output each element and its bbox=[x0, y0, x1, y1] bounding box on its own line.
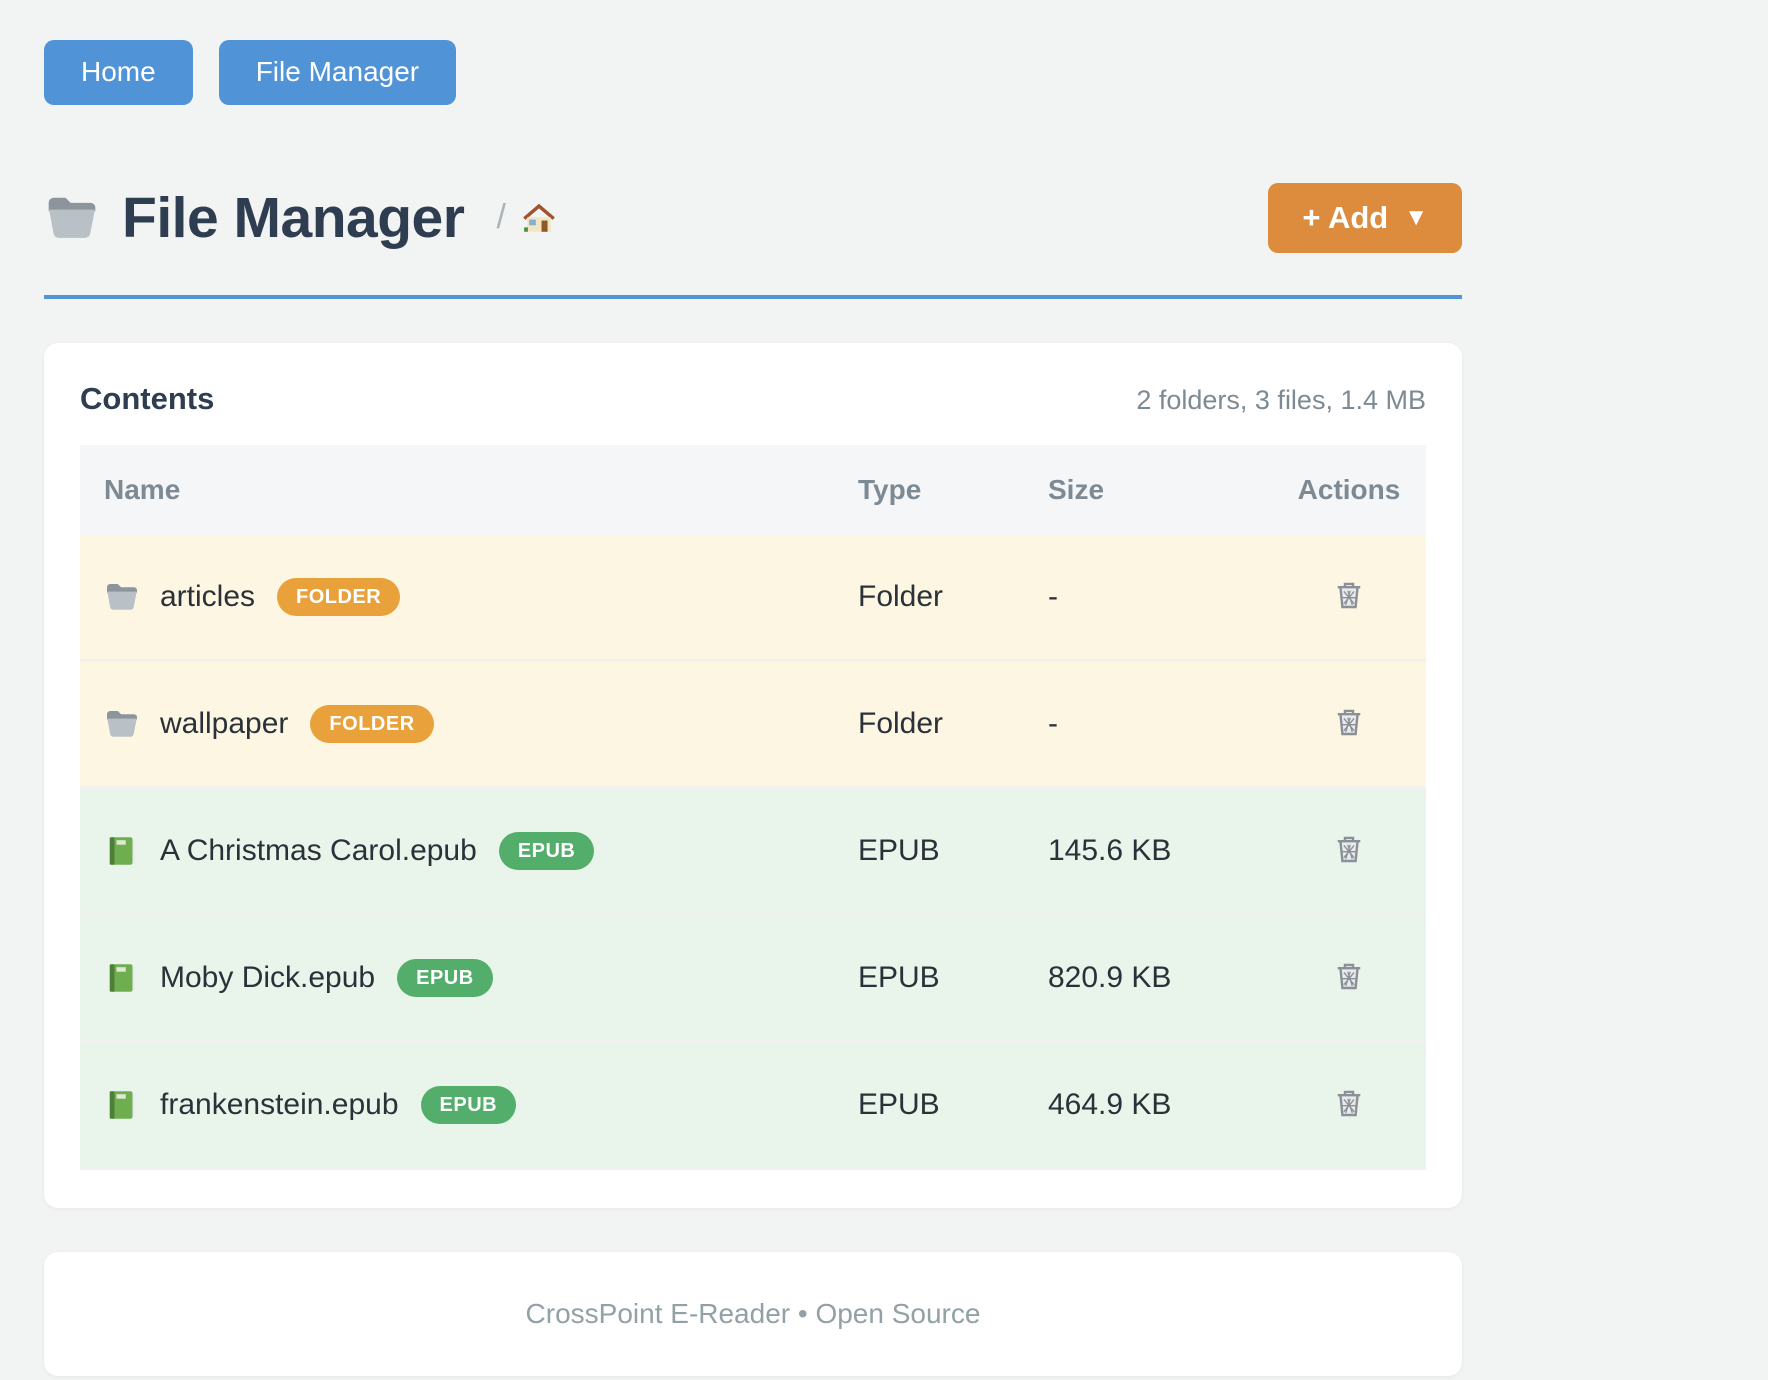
nav-home-button[interactable]: Home bbox=[44, 40, 193, 105]
file-name[interactable]: Moby Dick.epub bbox=[160, 961, 375, 995]
home-icon[interactable] bbox=[520, 199, 558, 237]
title-group: File Manager / bbox=[44, 185, 558, 251]
size-cell: - bbox=[1048, 535, 1272, 661]
name-cell: wallpaper FOLDER bbox=[80, 660, 858, 787]
folder-icon bbox=[104, 579, 140, 615]
name-cell: frankenstein.epub EPUB bbox=[80, 1041, 858, 1168]
file-type-badge: EPUB bbox=[499, 832, 595, 870]
actions-cell bbox=[1272, 1041, 1426, 1168]
file-table: Name Type Size Actions bbox=[80, 445, 1426, 1170]
caret-down-icon: ▼ bbox=[1404, 205, 1428, 231]
type-cell: Folder bbox=[858, 660, 1048, 787]
size-cell: 464.9 KB bbox=[1048, 1041, 1272, 1168]
actions-cell bbox=[1272, 914, 1426, 1041]
trash-icon bbox=[1331, 958, 1367, 994]
size-cell: - bbox=[1048, 660, 1272, 787]
file-name[interactable]: articles bbox=[160, 580, 255, 614]
file-type-badge: EPUB bbox=[397, 959, 493, 997]
top-nav: Home File Manager bbox=[44, 40, 1462, 105]
type-cell: EPUB bbox=[858, 1041, 1048, 1168]
name-cell: A Christmas Carol.epub EPUB bbox=[80, 787, 858, 914]
book-icon bbox=[104, 1087, 140, 1123]
delete-button[interactable] bbox=[1327, 827, 1371, 874]
footer-text: CrossPoint E-Reader • Open Source bbox=[526, 1298, 981, 1329]
file-type-badge: FOLDER bbox=[310, 705, 433, 743]
page-title: File Manager bbox=[122, 185, 464, 251]
delete-button[interactable] bbox=[1327, 700, 1371, 747]
table-row[interactable]: frankenstein.epub EPUB EPUB 464.9 KB bbox=[80, 1041, 1426, 1168]
actions-cell bbox=[1272, 787, 1426, 914]
size-cell: 820.9 KB bbox=[1048, 914, 1272, 1041]
add-button[interactable]: + Add ▼ bbox=[1268, 183, 1462, 253]
trash-icon bbox=[1331, 577, 1367, 613]
page-header: File Manager / + Add ▼ bbox=[44, 183, 1462, 253]
contents-card: Contents 2 folders, 3 files, 1.4 MB Name… bbox=[44, 343, 1462, 1208]
column-header-size: Size bbox=[1048, 445, 1272, 535]
file-name[interactable]: A Christmas Carol.epub bbox=[160, 834, 477, 868]
name-cell: articles FOLDER bbox=[80, 535, 858, 661]
column-header-type: Type bbox=[858, 445, 1048, 535]
type-cell: EPUB bbox=[858, 787, 1048, 914]
book-icon bbox=[104, 960, 140, 996]
book-icon bbox=[104, 833, 140, 869]
table-header-row: Name Type Size Actions bbox=[80, 445, 1426, 535]
header-divider bbox=[44, 295, 1462, 299]
delete-button[interactable] bbox=[1327, 573, 1371, 620]
trash-icon bbox=[1331, 704, 1367, 740]
delete-button[interactable] bbox=[1327, 1081, 1371, 1128]
nav-file-manager-button[interactable]: File Manager bbox=[219, 40, 456, 105]
size-cell: 145.6 KB bbox=[1048, 787, 1272, 914]
file-type-badge: FOLDER bbox=[277, 578, 400, 616]
table-row[interactable]: wallpaper FOLDER Folder - bbox=[80, 660, 1426, 787]
trash-icon bbox=[1331, 1085, 1367, 1121]
breadcrumb-separator: / bbox=[496, 198, 505, 237]
folder-icon bbox=[44, 190, 100, 246]
type-cell: EPUB bbox=[858, 914, 1048, 1041]
column-header-actions: Actions bbox=[1272, 445, 1426, 535]
breadcrumb: / bbox=[496, 198, 557, 237]
footer: CrossPoint E-Reader • Open Source bbox=[44, 1252, 1462, 1376]
contents-summary: 2 folders, 3 files, 1.4 MB bbox=[1136, 385, 1426, 416]
file-table-body: articles FOLDER Folder - bbox=[80, 535, 1426, 1169]
file-type-badge: EPUB bbox=[421, 1086, 517, 1124]
table-header: Name Type Size Actions bbox=[80, 445, 1426, 535]
table-row[interactable]: A Christmas Carol.epub EPUB EPUB 145.6 K… bbox=[80, 787, 1426, 914]
contents-card-header: Contents 2 folders, 3 files, 1.4 MB bbox=[80, 381, 1426, 417]
actions-cell bbox=[1272, 660, 1426, 787]
trash-icon bbox=[1331, 831, 1367, 867]
table-row[interactable]: Moby Dick.epub EPUB EPUB 820.9 KB bbox=[80, 914, 1426, 1041]
contents-heading: Contents bbox=[80, 381, 214, 417]
delete-button[interactable] bbox=[1327, 954, 1371, 1001]
file-name[interactable]: wallpaper bbox=[160, 707, 288, 741]
column-header-name: Name bbox=[80, 445, 858, 535]
type-cell: Folder bbox=[858, 535, 1048, 661]
add-button-label: + Add bbox=[1302, 201, 1388, 235]
page-container: Home File Manager File Manager / bbox=[44, 0, 1462, 1376]
actions-cell bbox=[1272, 535, 1426, 661]
file-name[interactable]: frankenstein.epub bbox=[160, 1088, 399, 1122]
folder-icon bbox=[104, 706, 140, 742]
name-cell: Moby Dick.epub EPUB bbox=[80, 914, 858, 1041]
table-row[interactable]: articles FOLDER Folder - bbox=[80, 535, 1426, 661]
